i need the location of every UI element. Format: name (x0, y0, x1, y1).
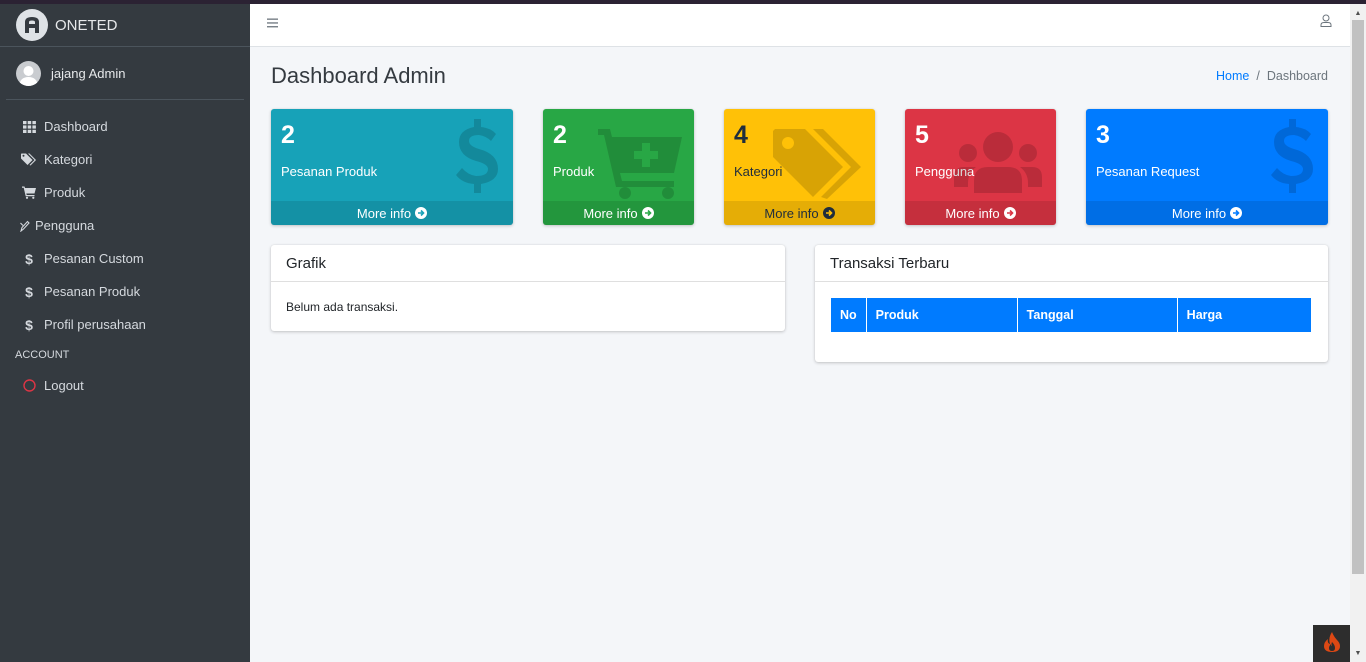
transaksi-card: Transaksi Terbaru No Produk Tanggal Harg… (815, 245, 1328, 362)
dollar-icon: $ (25, 316, 33, 333)
stat-count: 3 (1096, 121, 1110, 149)
dollar-icon (455, 119, 499, 196)
content-header: Dashboard Admin Home / Dashboard (250, 47, 1350, 105)
sidebar-header-account: ACCOUNT (15, 349, 70, 361)
sidebar-item-pesanan-produk[interactable]: $ Pesanan Produk (0, 275, 250, 308)
stat-count: 2 (281, 121, 295, 149)
table-header-row: No Produk Tanggal Harga (831, 298, 1311, 332)
column-header-tanggal: Tanggal (1017, 298, 1178, 332)
debug-toolbar-toggle[interactable] (1313, 625, 1350, 662)
more-info-label: More info (356, 205, 412, 221)
arrow-circle-right-icon (822, 207, 835, 219)
sidebar: ONETED jajang Admin Dashboard Kategori P… (0, 4, 250, 662)
stat-count: 4 (734, 121, 748, 149)
dollar-icon: $ (25, 250, 33, 267)
arrow-circle-right-icon (641, 207, 654, 219)
sidebar-item-logout[interactable]: Logout (0, 369, 250, 402)
th-icon (21, 120, 37, 133)
stat-label: Pesanan Request (1096, 164, 1200, 179)
brand-link[interactable]: ONETED (0, 4, 250, 47)
more-info-label: More info (583, 205, 638, 221)
more-info-link[interactable]: More info (271, 201, 513, 225)
user-menu-icon[interactable] (1320, 14, 1332, 30)
page-title: Dashboard Admin (271, 63, 446, 88)
more-info-link[interactable]: More info (905, 201, 1056, 225)
grafik-empty-text: Belum ada transaksi. (286, 300, 399, 314)
users-icon (954, 131, 1042, 196)
scroll-up-arrow-icon[interactable]: ▲ (1350, 6, 1366, 20)
stat-box-pesanan-produk: 2 Pesanan Produk More info (271, 109, 513, 225)
sidebar-item-label: Kategori (44, 152, 93, 167)
sidebar-item-label: Pesanan Produk (44, 284, 141, 299)
scrollbar-thumb[interactable] (1352, 20, 1364, 574)
breadcrumb-home-link[interactable]: Home (1216, 69, 1249, 83)
sidebar-item-label: Profil perusahaan (44, 317, 146, 332)
sidebar-item-label: Pesanan Custom (44, 251, 144, 266)
arrow-circle-right-icon (1230, 207, 1243, 219)
breadcrumb: Home / Dashboard (1216, 69, 1328, 83)
card-title: Grafik (271, 245, 785, 282)
more-info-label: More info (1171, 205, 1227, 221)
brand-name: ONETED (55, 16, 118, 34)
circle-icon (21, 379, 37, 392)
sidebar-item-pengguna[interactable]: Pengguna (0, 209, 250, 242)
card-title: Transaksi Terbaru (815, 245, 1328, 282)
top-navbar (250, 4, 1350, 47)
user-avatar-icon (16, 60, 41, 86)
more-info-link[interactable]: More info (1086, 201, 1328, 225)
column-header-harga: Harga (1177, 298, 1311, 332)
stat-label: Pesanan Produk (281, 164, 378, 179)
transaksi-table: No Produk Tanggal Harga (831, 298, 1311, 332)
sidebar-item-profil-perusahaan[interactable]: $ Profil perusahaan (0, 308, 250, 341)
cart-plus-icon (598, 127, 682, 202)
more-info-link[interactable]: More info (724, 201, 875, 225)
stat-count: 5 (915, 121, 929, 149)
cart-icon (21, 186, 37, 199)
tags-icon (21, 153, 37, 166)
stat-box-kategori: 4 Kategori More info (724, 109, 875, 225)
sidebar-item-pesanan-custom[interactable]: $ Pesanan Custom (0, 242, 250, 275)
sidebar-item-label: Dashboard (44, 119, 108, 134)
dollar-icon (1270, 119, 1314, 196)
column-header-produk: Produk (866, 298, 1018, 332)
tags-icon (773, 127, 861, 202)
sidebar-item-label: Logout (44, 378, 84, 393)
sidebar-item-label: Produk (44, 185, 86, 200)
stat-box-pesanan-request: 3 Pesanan Request More info (1086, 109, 1328, 225)
sidebar-item-kategori[interactable]: Kategori (0, 143, 250, 176)
pencil-icon (20, 220, 30, 232)
stat-count: 2 (553, 121, 567, 149)
user-panel[interactable]: jajang Admin (6, 47, 244, 100)
stat-label: Produk (553, 164, 595, 179)
sidebar-item-label: Pengguna (35, 218, 95, 233)
scroll-down-arrow-icon[interactable]: ▼ (1350, 646, 1366, 660)
brand-logo-icon (16, 9, 48, 41)
dollar-icon: $ (25, 283, 33, 300)
breadcrumb-current: Dashboard (1266, 69, 1328, 83)
more-info-label: More info (764, 205, 819, 221)
arrow-circle-right-icon (415, 207, 428, 219)
flame-icon (1323, 632, 1340, 655)
main-content: Dashboard Admin Home / Dashboard 2 Pesan… (250, 4, 1350, 662)
arrow-circle-right-icon (1003, 207, 1016, 219)
user-name: jajang Admin (51, 65, 126, 81)
stat-box-produk: 2 Produk More info (543, 109, 694, 225)
page-scrollbar[interactable]: ▲ ▼ (1350, 4, 1366, 662)
sidebar-item-dashboard[interactable]: Dashboard (0, 110, 250, 143)
breadcrumb-separator: / (1256, 69, 1260, 83)
column-header-no: No (831, 298, 867, 332)
more-info-link[interactable]: More info (543, 201, 694, 225)
menu-toggle-icon[interactable] (267, 15, 278, 32)
more-info-label: More info (945, 205, 1000, 221)
sidebar-item-produk[interactable]: Produk (0, 176, 250, 209)
grafik-card: Grafik Belum ada transaksi. (271, 245, 785, 331)
stat-box-pengguna: 5 Pengguna More info (905, 109, 1056, 225)
sidebar-nav: Dashboard Kategori Produk Pengguna $ Pes… (0, 100, 250, 402)
